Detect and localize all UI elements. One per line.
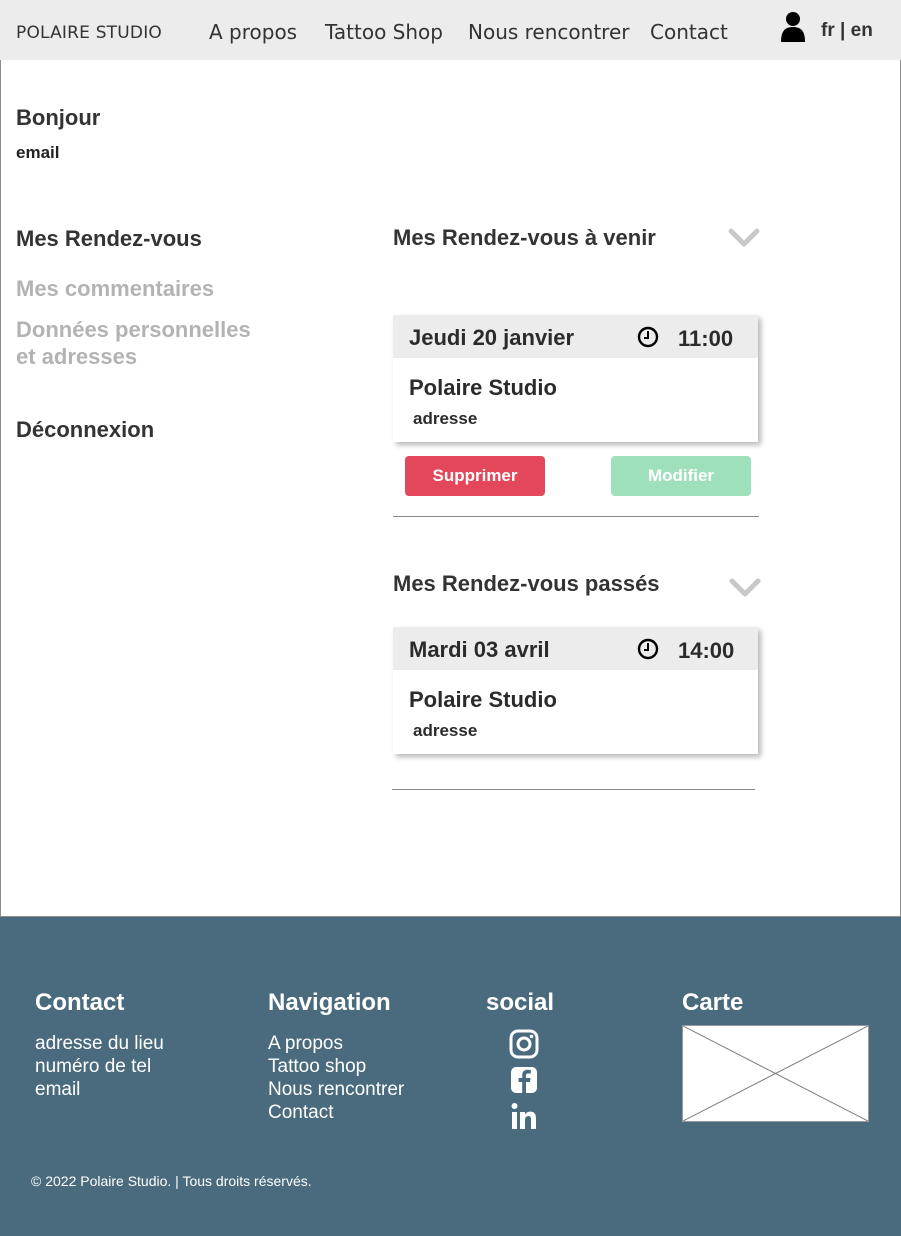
- footer-nav-nous-rencontrer[interactable]: Nous rencontrer: [268, 1078, 404, 1101]
- nav-link-a-propos[interactable]: A propos: [209, 20, 297, 44]
- instagram-icon[interactable]: [509, 1029, 539, 1059]
- edit-appointment-button[interactable]: Modifier: [611, 456, 751, 496]
- appointment-card-header: Jeudi 20 janvier 11:00: [393, 315, 758, 358]
- sidebar-item-mes-rendez-vous[interactable]: Mes Rendez-vous: [16, 225, 202, 252]
- chevron-down-icon[interactable]: [729, 578, 761, 598]
- nav-link-contact[interactable]: Contact: [650, 20, 728, 44]
- site-logo[interactable]: POLAIRE STUDIO: [16, 23, 162, 43]
- sidebar-item-label-line2: et adresses: [16, 344, 138, 369]
- page-greeting: Bonjour: [16, 105, 101, 130]
- upcoming-appointment-card: Jeudi 20 janvier 11:00 Polaire Studio ad…: [393, 315, 758, 442]
- linkedin-icon[interactable]: [509, 1101, 539, 1131]
- appointment-time: 14:00: [678, 638, 735, 663]
- footer-nav-tattoo-shop[interactable]: Tattoo shop: [268, 1055, 366, 1078]
- copyright-text: © 2022 Polaire Studio. | Tous droits rés…: [31, 1173, 312, 1189]
- footer-social-title: social: [486, 989, 555, 1016]
- section-divider: [392, 789, 755, 790]
- clock-icon: [637, 326, 659, 348]
- footer-contact-address: adresse du lieu: [35, 1033, 164, 1054]
- footer-navigation-title: Navigation: [268, 989, 391, 1016]
- facebook-icon[interactable]: [509, 1065, 539, 1095]
- sidebar-item-label-line1: Données personnelles: [16, 317, 251, 342]
- appointment-address: adresse: [413, 721, 478, 740]
- footer-contact-email: email: [35, 1079, 81, 1100]
- user-email: email: [16, 143, 60, 162]
- appointment-address: adresse: [413, 409, 478, 428]
- map-placeholder-image: [682, 1025, 869, 1122]
- appointment-studio: Polaire Studio: [409, 375, 557, 400]
- nav-link-tattoo-shop[interactable]: Tattoo Shop: [325, 20, 443, 44]
- language-switcher: fr | en: [821, 20, 873, 42]
- site-footer: Contact adresse du lieu numéro de tel em…: [0, 917, 901, 1236]
- upcoming-section-title: Mes Rendez-vous à venir: [393, 225, 656, 250]
- map-placeholder[interactable]: [682, 1025, 869, 1122]
- appointment-card-header: Mardi 03 avril 14:00: [393, 627, 758, 670]
- footer-map-title: Carte: [682, 989, 744, 1016]
- lang-fr[interactable]: fr: [821, 20, 835, 41]
- sidebar-item-mes-commentaires[interactable]: Mes commentaires: [16, 275, 214, 302]
- nav-link-nous-rencontrer[interactable]: Nous rencontrer: [468, 20, 629, 44]
- appointment-studio: Polaire Studio: [409, 687, 557, 712]
- user-icon[interactable]: [779, 11, 807, 43]
- clock-icon: [637, 638, 659, 660]
- chevron-down-icon[interactable]: [728, 228, 760, 248]
- lang-en[interactable]: en: [851, 20, 873, 41]
- appointment-time: 11:00: [678, 326, 734, 351]
- sidebar-item-deconnexion[interactable]: Déconnexion: [16, 416, 154, 443]
- footer-nav-a-propos[interactable]: A propos: [268, 1032, 343, 1055]
- sidebar-item-donnees-personnelles[interactable]: Données personnelles et adresses: [16, 316, 251, 370]
- past-section-title: Mes Rendez-vous passés: [393, 571, 660, 596]
- section-divider: [393, 516, 759, 517]
- footer-contact-title: Contact: [35, 989, 125, 1016]
- appointment-date: Mardi 03 avril: [409, 637, 550, 662]
- footer-nav-contact[interactable]: Contact: [268, 1101, 333, 1124]
- past-appointment-card: Mardi 03 avril 14:00 Polaire Studio adre…: [393, 627, 758, 754]
- site-header: POLAIRE STUDIO A propos Tattoo Shop Nous…: [0, 0, 901, 60]
- delete-appointment-button[interactable]: Supprimer: [405, 456, 545, 496]
- appointment-date: Jeudi 20 janvier: [409, 325, 575, 350]
- footer-contact-phone: numéro de tel: [35, 1056, 152, 1077]
- lang-separator: |: [840, 20, 846, 41]
